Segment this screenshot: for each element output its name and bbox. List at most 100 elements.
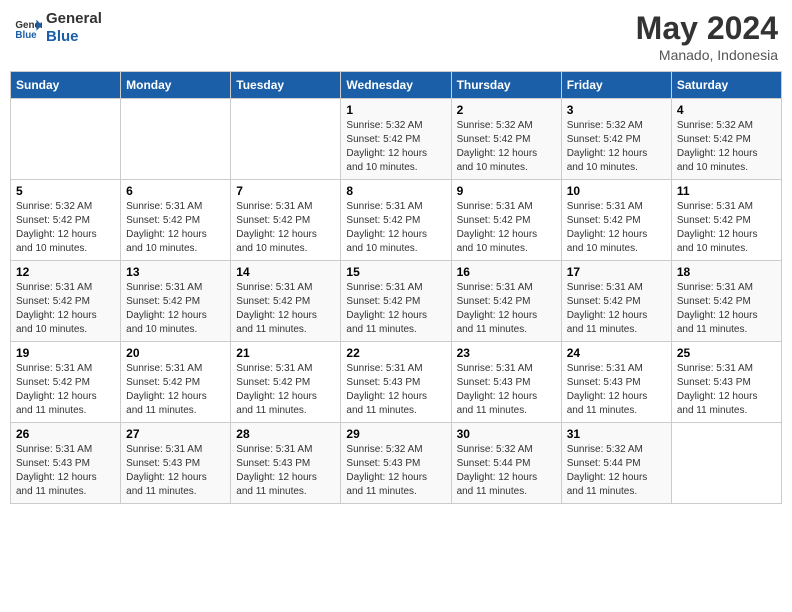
day-info: Sunrise: 5:31 AM Sunset: 5:42 PM Dayligh… xyxy=(126,362,225,418)
day-cell: 11 Sunrise: 5:31 AM Sunset: 5:42 PM Dayli… xyxy=(671,180,781,261)
day-number: 31 xyxy=(567,427,666,441)
week-row: 19 Sunrise: 5:31 AM Sunset: 5:42 PM Dayli… xyxy=(11,342,782,423)
week-row: 1 Sunrise: 5:32 AM Sunset: 5:42 PM Daylig… xyxy=(11,99,782,180)
header-cell-saturday: Saturday xyxy=(671,72,781,99)
day-info: Sunrise: 5:32 AM Sunset: 5:43 PM Dayligh… xyxy=(346,443,445,499)
day-info: Sunrise: 5:31 AM Sunset: 5:42 PM Dayligh… xyxy=(126,281,225,337)
day-cell: 17Sunrise: 5:31 AM Sunset: 5:42 PM Dayli… xyxy=(561,261,671,342)
day-cell xyxy=(231,99,341,180)
day-cell: 20 Sunrise: 5:31 AM Sunset: 5:42 PM Dayli… xyxy=(121,342,231,423)
day-info: Sunrise: 5:31 AM Sunset: 5:42 PM Dayligh… xyxy=(126,200,225,256)
day-info: Sunrise: 5:31 AM Sunset: 5:42 PM Dayligh… xyxy=(346,200,445,256)
day-info: Sunrise: 5:31 AM Sunset: 5:42 PM Dayligh… xyxy=(567,200,666,256)
day-number: 4 xyxy=(677,103,776,117)
day-number: 21 xyxy=(236,346,335,360)
calendar-body: 1 Sunrise: 5:32 AM Sunset: 5:42 PM Daylig… xyxy=(11,99,782,504)
day-info: Sunrise: 5:31 AM Sunset: 5:42 PM Dayligh… xyxy=(236,362,335,418)
day-info: Sunrise: 5:32 AM Sunset: 5:42 PM Dayligh… xyxy=(457,119,556,175)
day-number: 15 xyxy=(346,265,445,279)
day-number: 24 xyxy=(567,346,666,360)
day-cell: 26Sunrise: 5:31 AM Sunset: 5:43 PM Dayli… xyxy=(11,423,121,504)
day-cell: 5 Sunrise: 5:32 AM Sunset: 5:42 PM Daylig… xyxy=(11,180,121,261)
day-cell: 27 Sunrise: 5:31 AM Sunset: 5:43 PM Dayli… xyxy=(121,423,231,504)
day-info: Sunrise: 5:31 AM Sunset: 5:43 PM Dayligh… xyxy=(457,362,556,418)
header-cell-monday: Monday xyxy=(121,72,231,99)
day-number: 25 xyxy=(677,346,776,360)
day-info: Sunrise: 5:31 AM Sunset: 5:43 PM Dayligh… xyxy=(16,443,115,499)
day-cell: 31Sunrise: 5:32 AM Sunset: 5:44 PM Dayli… xyxy=(561,423,671,504)
header-cell-sunday: Sunday xyxy=(11,72,121,99)
day-cell: 19 Sunrise: 5:31 AM Sunset: 5:42 PM Dayli… xyxy=(11,342,121,423)
week-row: 5 Sunrise: 5:32 AM Sunset: 5:42 PM Daylig… xyxy=(11,180,782,261)
day-number: 23 xyxy=(457,346,556,360)
title-block: May 2024 Manado, Indonesia xyxy=(636,10,778,63)
day-cell: 21 Sunrise: 5:31 AM Sunset: 5:42 PM Dayli… xyxy=(231,342,341,423)
day-cell: 14Sunrise: 5:31 AM Sunset: 5:42 PM Dayli… xyxy=(231,261,341,342)
logo-line1: General xyxy=(46,10,102,28)
day-cell: 8Sunrise: 5:31 AM Sunset: 5:42 PM Daylig… xyxy=(341,180,451,261)
logo-line2: Blue xyxy=(46,28,102,46)
header-cell-friday: Friday xyxy=(561,72,671,99)
day-info: Sunrise: 5:31 AM Sunset: 5:43 PM Dayligh… xyxy=(567,362,666,418)
week-row: 26Sunrise: 5:31 AM Sunset: 5:43 PM Dayli… xyxy=(11,423,782,504)
day-info: Sunrise: 5:31 AM Sunset: 5:42 PM Dayligh… xyxy=(677,281,776,337)
day-cell: 4Sunrise: 5:32 AM Sunset: 5:42 PM Daylig… xyxy=(671,99,781,180)
calendar-header: SundayMondayTuesdayWednesdayThursdayFrid… xyxy=(11,72,782,99)
logo-icon: General Blue xyxy=(14,14,42,42)
day-number: 22 xyxy=(346,346,445,360)
day-cell: 12Sunrise: 5:31 AM Sunset: 5:42 PM Dayli… xyxy=(11,261,121,342)
day-cell xyxy=(11,99,121,180)
day-cell: 28Sunrise: 5:31 AM Sunset: 5:43 PM Dayli… xyxy=(231,423,341,504)
day-info: Sunrise: 5:32 AM Sunset: 5:42 PM Dayligh… xyxy=(567,119,666,175)
week-row: 12 Sunrise: 5:31 AM Sunset: 5:42 PM Dayli… xyxy=(11,261,782,342)
day-number: 5 xyxy=(16,184,115,198)
day-number: 20 xyxy=(126,346,225,360)
day-number: 13 xyxy=(126,265,225,279)
day-cell: 3 Sunrise: 5:32 AM Sunset: 5:42 PM Daylig… xyxy=(561,99,671,180)
day-info: Sunrise: 5:31 AM Sunset: 5:42 PM Dayligh… xyxy=(457,200,556,256)
page-header: General Blue General Blue May 2024 Manad… xyxy=(10,10,782,63)
day-number: 16 xyxy=(457,265,556,279)
day-cell: 22 Sunrise: 5:31 AM Sunset: 5:43 PM Dayli… xyxy=(341,342,451,423)
day-cell: 23 Sunrise: 5:31 AM Sunset: 5:43 PM Dayli… xyxy=(451,342,561,423)
calendar-table: SundayMondayTuesdayWednesdayThursdayFrid… xyxy=(10,71,782,504)
day-cell: 25 Sunrise: 5:31 AM Sunset: 5:43 PM Dayli… xyxy=(671,342,781,423)
day-cell: 15 Sunrise: 5:31 AM Sunset: 5:42 PM Dayli… xyxy=(341,261,451,342)
day-cell: 2Sunrise: 5:32 AM Sunset: 5:42 PM Daylig… xyxy=(451,99,561,180)
day-number: 9 xyxy=(457,184,556,198)
day-info: Sunrise: 5:31 AM Sunset: 5:43 PM Dayligh… xyxy=(677,362,776,418)
day-number: 14 xyxy=(236,265,335,279)
day-cell: 7Sunrise: 5:31 AM Sunset: 5:42 PM Daylig… xyxy=(231,180,341,261)
header-cell-wednesday: Wednesday xyxy=(341,72,451,99)
day-cell xyxy=(671,423,781,504)
day-number: 30 xyxy=(457,427,556,441)
day-number: 11 xyxy=(677,184,776,198)
day-info: Sunrise: 5:31 AM Sunset: 5:43 PM Dayligh… xyxy=(126,443,225,499)
day-info: Sunrise: 5:31 AM Sunset: 5:42 PM Dayligh… xyxy=(346,281,445,337)
day-cell: 13 Sunrise: 5:31 AM Sunset: 5:42 PM Dayli… xyxy=(121,261,231,342)
day-cell: 29Sunrise: 5:32 AM Sunset: 5:43 PM Dayli… xyxy=(341,423,451,504)
day-cell: 10 Sunrise: 5:31 AM Sunset: 5:42 PM Dayli… xyxy=(561,180,671,261)
day-number: 27 xyxy=(126,427,225,441)
svg-text:Blue: Blue xyxy=(15,30,37,41)
day-number: 18 xyxy=(677,265,776,279)
day-number: 1 xyxy=(346,103,445,117)
day-info: Sunrise: 5:31 AM Sunset: 5:43 PM Dayligh… xyxy=(236,443,335,499)
day-cell: 1 Sunrise: 5:32 AM Sunset: 5:42 PM Daylig… xyxy=(341,99,451,180)
day-info: Sunrise: 5:32 AM Sunset: 5:44 PM Dayligh… xyxy=(457,443,556,499)
day-cell: 18 Sunrise: 5:31 AM Sunset: 5:42 PM Dayli… xyxy=(671,261,781,342)
day-cell: 6Sunrise: 5:31 AM Sunset: 5:42 PM Daylig… xyxy=(121,180,231,261)
day-cell: 24 Sunrise: 5:31 AM Sunset: 5:43 PM Dayli… xyxy=(561,342,671,423)
month-title: May 2024 xyxy=(636,10,778,47)
day-cell xyxy=(121,99,231,180)
day-info: Sunrise: 5:32 AM Sunset: 5:42 PM Dayligh… xyxy=(346,119,445,175)
day-info: Sunrise: 5:31 AM Sunset: 5:42 PM Dayligh… xyxy=(677,200,776,256)
day-number: 10 xyxy=(567,184,666,198)
day-number: 19 xyxy=(16,346,115,360)
day-info: Sunrise: 5:31 AM Sunset: 5:42 PM Dayligh… xyxy=(16,362,115,418)
day-info: Sunrise: 5:32 AM Sunset: 5:42 PM Dayligh… xyxy=(16,200,115,256)
logo: General Blue General Blue xyxy=(14,10,102,46)
day-number: 12 xyxy=(16,265,115,279)
day-number: 3 xyxy=(567,103,666,117)
day-info: Sunrise: 5:31 AM Sunset: 5:43 PM Dayligh… xyxy=(346,362,445,418)
